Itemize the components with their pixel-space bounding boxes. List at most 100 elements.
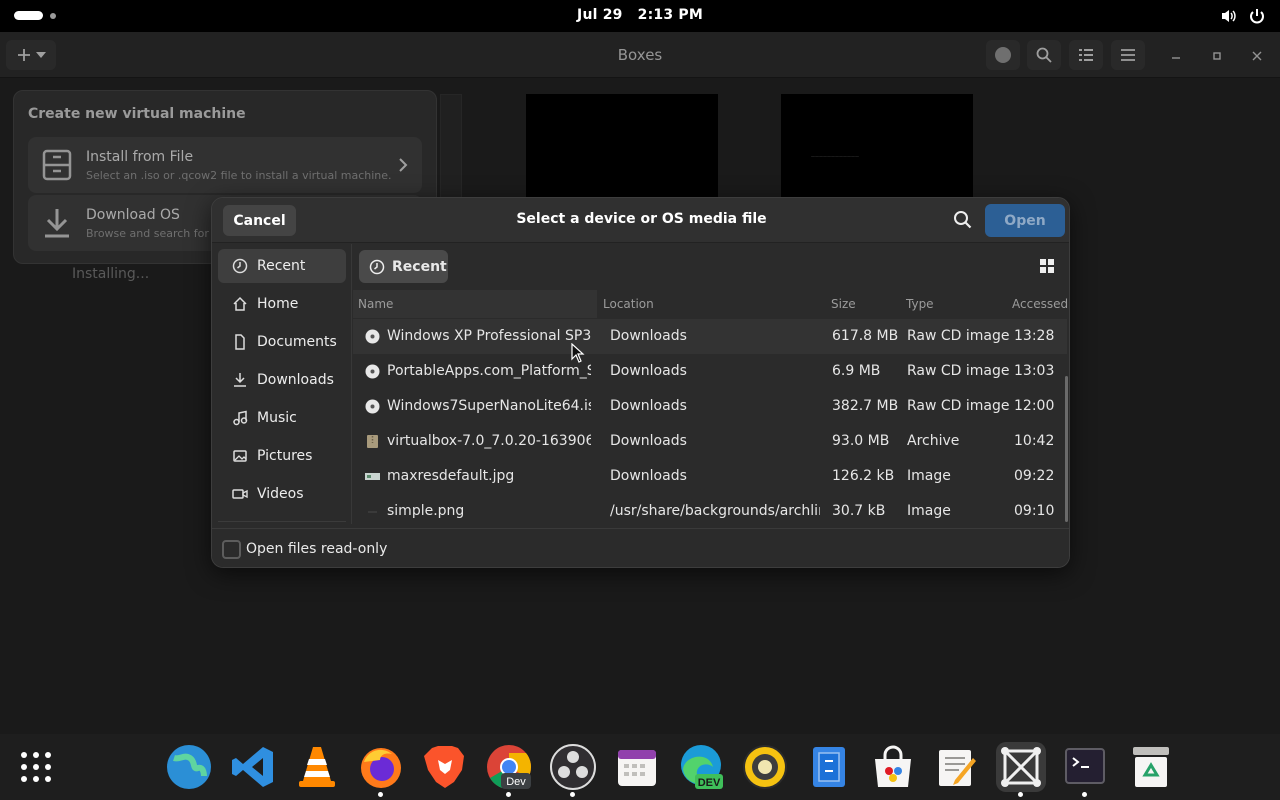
clock-icon: [232, 258, 248, 274]
file-row[interactable]: maxresdefault.jpg Downloads 126.2 kB Ima…: [353, 459, 1067, 494]
dock-app-globe[interactable]: [164, 742, 214, 792]
dock-app-firefox[interactable]: [356, 742, 406, 792]
running-indicator: [570, 792, 575, 797]
column-header-size[interactable]: Size: [831, 290, 856, 318]
running-indicator: [1018, 792, 1023, 797]
column-header-location[interactable]: Location: [603, 290, 654, 318]
disc-icon: [365, 364, 380, 379]
dock-app-vlc[interactable]: [292, 742, 342, 792]
file-type: Image: [907, 503, 951, 519]
file-accessed: 10:42: [1014, 433, 1055, 449]
sidebar-item-recent[interactable]: Recent: [218, 249, 346, 283]
file-row[interactable]: simple.png /usr/share/backgrounds/archli…: [353, 494, 1067, 529]
dock-app-brave[interactable]: [420, 742, 470, 792]
column-header-name[interactable]: Name: [358, 290, 393, 318]
clock[interactable]: Jul 29 2:13 PM: [0, 7, 1280, 23]
calendar-icon: [618, 750, 656, 786]
grid-view-icon[interactable]: [1040, 259, 1055, 274]
music-icon: [233, 410, 248, 426]
open-button[interactable]: Open: [985, 204, 1065, 237]
dock-app-vscode[interactable]: [228, 742, 278, 792]
file-type: Raw CD image: [907, 328, 1010, 344]
read-only-checkbox[interactable]: [222, 540, 241, 559]
file-type: Archive: [907, 433, 960, 449]
dock-app-edge-dev[interactable]: DEV: [676, 742, 726, 792]
file-size: 617.8 MB: [832, 328, 899, 344]
obs-icon: [550, 744, 596, 790]
sidebar-item-music[interactable]: Music: [218, 401, 346, 435]
file-list-scrollbar[interactable]: [1065, 376, 1068, 522]
dock-app-software[interactable]: [868, 742, 918, 792]
running-indicator: [1082, 792, 1087, 797]
image-icon: [368, 511, 377, 513]
file-row[interactable]: virtualbox-7.0_7.0.20-163906~Ubuntu.deb …: [353, 424, 1067, 459]
mouse-cursor-icon: [571, 343, 585, 363]
file-size: 382.7 MB: [832, 398, 899, 414]
file-name: maxresdefault.jpg: [387, 468, 515, 484]
video-icon: [232, 489, 248, 499]
sidebar-item-label: Home: [257, 296, 299, 312]
sidebar-item-downloads[interactable]: Downloads: [218, 363, 346, 397]
file-name: Windows7SuperNanoLite64.iso: [387, 398, 591, 414]
picture-icon: [233, 450, 247, 462]
sidebar-separator: [218, 521, 346, 522]
dialog-header: Cancel Select a device or OS media file …: [212, 198, 1069, 243]
top-bar: Jul 29 2:13 PM: [0, 0, 1280, 32]
volume-icon[interactable]: [1220, 7, 1238, 25]
file-row[interactable]: PortableApps.com_Platform_Setup.iso Down…: [353, 354, 1067, 389]
edge-dev-icon: DEV: [681, 745, 723, 789]
column-header-type[interactable]: Type: [906, 290, 934, 318]
sidebar-item-home[interactable]: Home: [218, 287, 346, 321]
dock: Dev DEV: [0, 734, 1280, 800]
file-location: Downloads: [610, 363, 687, 379]
text-editor-icon: [939, 750, 976, 786]
vscode-icon: [232, 747, 273, 787]
read-only-label[interactable]: Open files read-only: [246, 541, 387, 557]
column-header-accessed[interactable]: Accessed: [1012, 290, 1068, 318]
dock-app-trash[interactable]: [1126, 742, 1176, 792]
file-name: PortableApps.com_Platform_Setup.iso: [387, 363, 591, 379]
speaker-icon: [743, 745, 787, 789]
dock-app-boxes[interactable]: [996, 742, 1046, 792]
running-indicator: [378, 792, 383, 797]
file-row[interactable]: Windows7SuperNanoLite64.iso Downloads 38…: [353, 389, 1067, 424]
pathbar-recent-button[interactable]: Recent: [359, 250, 448, 283]
sidebar-item-videos[interactable]: Videos: [218, 477, 346, 511]
software-store-icon: [875, 745, 911, 787]
document-icon: [235, 334, 245, 350]
files-icon: [813, 747, 845, 787]
image-icon: [365, 473, 380, 480]
sidebar-item-pictures[interactable]: Pictures: [218, 439, 346, 473]
dock-app-text-editor[interactable]: [932, 742, 982, 792]
dock-app-terminal[interactable]: [1060, 742, 1110, 792]
file-size: 93.0 MB: [832, 433, 890, 449]
file-row[interactable]: Windows XP Professional SP3 x86.iso Down…: [353, 319, 1067, 354]
dock-app-chrome-dev[interactable]: Dev: [484, 742, 534, 792]
file-location: Downloads: [610, 398, 687, 414]
dock-app-calendar[interactable]: [612, 742, 662, 792]
sidebar-item-label: Documents: [257, 334, 337, 350]
dock-app-obs[interactable]: [548, 742, 598, 792]
file-type: Raw CD image: [907, 363, 1010, 379]
app-grid-icon: [21, 752, 51, 782]
terminal-icon: [1065, 748, 1105, 784]
sidebar-item-documents[interactable]: Documents: [218, 325, 346, 359]
brave-icon: [424, 746, 464, 788]
sidebar-item-label: Videos: [257, 486, 304, 502]
sidebar-item-label: Downloads: [257, 372, 334, 388]
file-size: 30.7 kB: [832, 503, 886, 519]
file-name: virtualbox-7.0_7.0.20-163906~Ubuntu.deb: [387, 433, 591, 449]
file-accessed: 13:28: [1014, 328, 1055, 344]
show-apps-button[interactable]: [11, 742, 61, 792]
dock-app-files[interactable]: [804, 742, 854, 792]
vlc-icon: [299, 747, 335, 787]
search-icon[interactable]: [949, 208, 975, 232]
dock-app-rhythmbox[interactable]: [740, 742, 790, 792]
disc-icon: [365, 329, 380, 344]
file-location: Downloads: [610, 328, 687, 344]
dialog-footer: Open files read-only: [212, 528, 1069, 567]
running-indicator: [506, 792, 511, 797]
pathbar-label: Recent: [392, 258, 447, 275]
power-icon[interactable]: [1248, 7, 1266, 25]
file-accessed: 09:10: [1014, 503, 1055, 519]
